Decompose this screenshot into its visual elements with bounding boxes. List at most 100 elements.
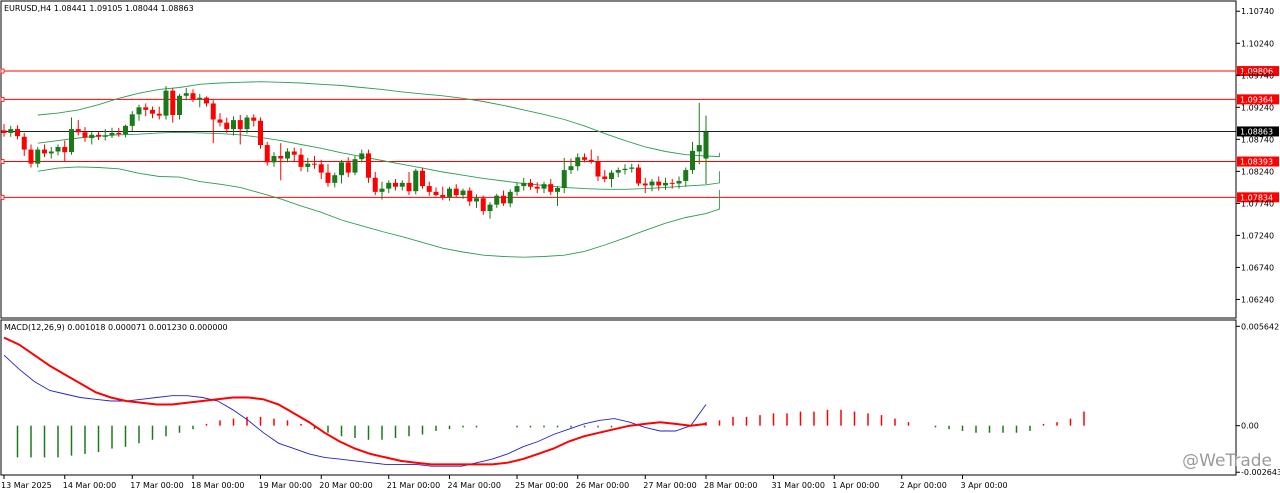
- time-tick-label: 20 Mar 00:00: [319, 481, 372, 490]
- candle-body: [210, 103, 216, 120]
- candle-body: [447, 188, 452, 197]
- candle-body: [285, 151, 290, 159]
- time-tick-label: 31 Mar 00:00: [772, 481, 825, 490]
- candle[interactable]: [413, 168, 419, 195]
- candle-body: [534, 186, 540, 189]
- candle-body: [460, 190, 466, 196]
- candle-body: [406, 182, 412, 192]
- candle-body: [622, 168, 628, 171]
- candle-body: [501, 195, 506, 204]
- candle-body: [96, 134, 101, 137]
- price-tick-label: 1.07740: [1241, 199, 1274, 208]
- candle-body: [541, 184, 547, 189]
- candle-body: [453, 188, 459, 196]
- candle-body: [487, 204, 493, 212]
- candle-body: [649, 181, 655, 186]
- price-tick-label: 1.07240: [1241, 231, 1274, 240]
- price-panel[interactable]: 1.098061.093641.083931.078341.08863 1.10…: [0, 0, 1279, 319]
- candle-body: [561, 170, 567, 188]
- level-anchor[interactable]: [0, 159, 5, 164]
- candle-body: [62, 147, 68, 153]
- candle-body: [426, 186, 432, 192]
- price-tick-label: 1.10740: [1241, 7, 1274, 16]
- candle-body: [345, 162, 351, 173]
- candle-body: [602, 176, 608, 180]
- candle-body: [568, 166, 574, 171]
- candle-body: [82, 132, 88, 138]
- candle-body: [636, 167, 641, 184]
- candle-body: [1, 130, 7, 133]
- candle-body: [244, 117, 250, 130]
- price-tick-label: 1.06240: [1241, 295, 1274, 304]
- trading-chart[interactable]: 1.098061.093641.083931.078341.08863 1.10…: [0, 0, 1280, 493]
- time-tick-label: 13 Mar 2025: [1, 481, 52, 490]
- candle-body: [507, 191, 513, 204]
- time-tick-label: 14 Mar 00:00: [63, 481, 116, 490]
- candle-body: [204, 97, 209, 104]
- candle-body: [528, 182, 533, 187]
- time-tick-label: 3 Apr 00:00: [961, 481, 1008, 490]
- candle-body: [197, 97, 203, 100]
- time-axis: 13 Mar 2025 14 Mar 00:00 17 Mar 00:00 18 Ma…: [1, 475, 1008, 490]
- candle-body: [102, 135, 108, 137]
- candle-body: [413, 170, 419, 192]
- time-tick-label: 24 Mar 00:00: [448, 481, 501, 490]
- candle-body: [399, 182, 405, 187]
- price-tick-label: 1.09740: [1241, 71, 1274, 80]
- price-tick-label: 1.08740: [1241, 135, 1274, 144]
- candle-body: [669, 182, 675, 184]
- time-tick-label: 1 Apr 00:00: [832, 481, 879, 490]
- candle[interactable]: [636, 164, 641, 187]
- candle-body: [217, 119, 223, 123]
- candle[interactable]: [264, 141, 270, 166]
- macd-tick-label: 0.00: [1241, 422, 1259, 431]
- candle-body: [582, 157, 587, 160]
- candle-body: [237, 120, 243, 130]
- candle-body: [190, 93, 196, 100]
- candle-body: [163, 90, 169, 116]
- price-tick-label: 1.06740: [1241, 263, 1274, 272]
- level-anchor[interactable]: [0, 96, 5, 102]
- candle-body: [28, 149, 34, 164]
- candle-body: [352, 159, 358, 173]
- candle-body: [89, 134, 95, 139]
- watermark-text: @WeTrade: [1182, 451, 1272, 471]
- candle-body: [177, 95, 182, 115]
- time-tick-label: 28 Mar 00:00: [704, 481, 757, 490]
- candle[interactable]: [258, 117, 263, 149]
- candle-body: [325, 172, 331, 183]
- candle-body: [703, 131, 709, 159]
- candle[interactable]: [163, 86, 169, 120]
- candle-body: [42, 149, 47, 154]
- candle-body: [150, 109, 155, 114]
- candle-body: [609, 172, 614, 180]
- candle-body: [183, 93, 189, 96]
- candle-body: [156, 113, 162, 116]
- candle-body: [143, 107, 149, 110]
- watermark-logo: @WeTrade: [1182, 451, 1272, 471]
- price-axis: 1.10740 1.10240 1.09740 1.09240 1.08740 1.082…: [1236, 7, 1274, 304]
- candle-body: [55, 147, 61, 152]
- candle-body: [170, 90, 176, 115]
- candle-body: [136, 107, 142, 115]
- time-tick-label: 2 Apr 00:00: [900, 481, 947, 490]
- candle-body: [379, 188, 385, 192]
- candle-body: [318, 164, 324, 173]
- candle-body: [258, 120, 263, 146]
- candle-body: [663, 182, 668, 186]
- candle-body: [615, 170, 621, 173]
- candle-body: [129, 114, 135, 126]
- macd-panel[interactable]: 0.0056420.00-0.002643 MACD(12,26,9) 0.00…: [0, 319, 1280, 477]
- level-anchor[interactable]: [0, 194, 5, 200]
- candle-body: [48, 151, 54, 154]
- candle-body: [521, 182, 527, 187]
- level-anchor[interactable]: [0, 68, 5, 74]
- candle-body: [467, 190, 473, 202]
- candle-body: [386, 182, 392, 189]
- candle-body: [109, 132, 115, 136]
- candle-body: [372, 177, 378, 192]
- time-tick-label: 27 Mar 00:00: [643, 481, 696, 490]
- candle-body: [676, 180, 682, 184]
- candle-body: [440, 195, 446, 197]
- time-tick-label: 25 Mar 00:00: [515, 481, 568, 490]
